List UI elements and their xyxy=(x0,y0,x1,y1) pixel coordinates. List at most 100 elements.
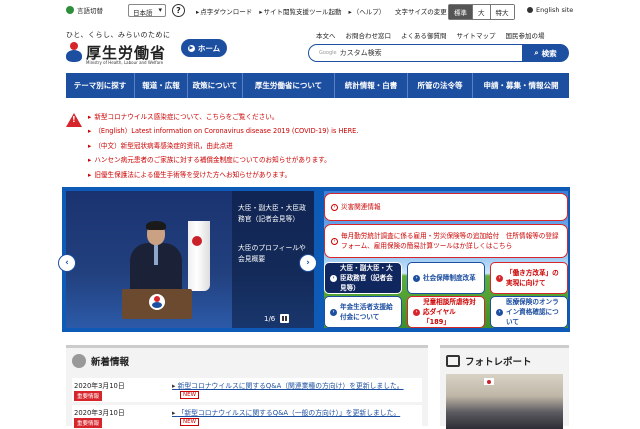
accessibility-tool-link[interactable]: サイト閲覧支援ツール起動 xyxy=(259,6,342,16)
news-title: 新着情報 xyxy=(91,357,130,368)
language-select[interactable]: 日本語 xyxy=(128,4,166,17)
news-date: 2020年3月10日 xyxy=(74,409,125,417)
news-heading: 新着情報 xyxy=(72,354,129,368)
slide-counter: 1/6 xyxy=(264,315,276,323)
notice-link[interactable]: 新型コロナウイルス感染症について、こちらをご覧ください。 xyxy=(88,110,358,124)
carousel-next-button[interactable]: › xyxy=(299,254,317,272)
tile-label: 「働き方改革」の実現に向けて xyxy=(506,269,559,287)
home-button-label: ホーム xyxy=(197,43,221,53)
tile-minister[interactable]: › 大臣・副大臣・大臣政務官（記者会見等） xyxy=(324,262,402,294)
tile-label: 年金生活者支援給付金について xyxy=(340,303,393,321)
chevron-right-icon: › xyxy=(496,274,503,282)
news-item: 2020年3月10日 重要情報 「新型コロナウイルスに関するQ&A（一般の方向け… xyxy=(72,405,422,429)
news-date: 2020年3月10日 xyxy=(74,382,125,390)
warning-icon xyxy=(66,113,82,127)
site-logo-subtitle: Ministry of Health, Labour and Welfare xyxy=(86,60,164,65)
nav-item-theme[interactable]: テーマ別に探す xyxy=(66,73,135,98)
search-placeholder: カスタム検索 xyxy=(339,49,382,57)
photo-report-image[interactable] xyxy=(446,374,563,429)
additional-payment-label: 毎月勤労統計調査に係る雇用・労災保険等の追加給付 住所情報等の登録フォーム、雇用… xyxy=(341,232,559,250)
nav-item-statistics[interactable]: 統計情報・白書 xyxy=(335,73,408,98)
news-link[interactable]: 「新型コロナウイルスに関するQ&A（一般の方向け）」を更新しました。 xyxy=(172,407,401,417)
font-size-label: 文字サイズの変更 xyxy=(395,8,447,16)
camera-icon xyxy=(446,355,460,367)
search-icon: ⌕ xyxy=(534,48,539,57)
font-size-buttons: 標準 大 特大 xyxy=(448,4,515,20)
tile-online-qualification[interactable]: › 医療保険のオンライン資格確認について xyxy=(490,296,568,328)
additional-payment-button[interactable]: › 毎月勤労統計調査に係る雇用・労災保険等の追加給付 住所情報等の登録フォーム、雇… xyxy=(324,224,568,258)
chevron-right-icon: › xyxy=(413,308,420,316)
notice-link[interactable]: ハンセン病元患者のご家族に対する補償金制度についてのお知らせがあります。 xyxy=(88,153,358,167)
site-header: ひと、くらし、みらいのために 厚生労働省 Ministry of Health,… xyxy=(0,22,640,70)
carousel-prev-button[interactable]: ‹ xyxy=(58,254,76,272)
search-input[interactable]: Google カスタム検索 xyxy=(308,44,526,62)
tile-label: 医療保険のオンライン資格確認について xyxy=(506,298,559,326)
photo-report-title: フォトレポート xyxy=(465,357,532,368)
disaster-info-label: 災害関連情報 xyxy=(341,203,381,211)
seal-icon xyxy=(149,294,165,310)
carousel-slide[interactable]: 大臣・副大臣・大臣政務官（記者会見等） 大臣のプロフィールや会見概要 1/6 xyxy=(66,191,314,328)
flag-sun-image xyxy=(192,236,202,246)
disaster-info-button[interactable]: › 災害関連情報 xyxy=(324,193,568,221)
new-badge: NEW xyxy=(180,391,200,399)
nav-item-laws[interactable]: 所管の法令等 xyxy=(408,73,473,98)
help-icon[interactable]: ? xyxy=(172,4,185,17)
tile-label: 社会保障制度改革 xyxy=(423,274,476,282)
header-link-sitemap[interactable]: サイトマップ xyxy=(457,30,496,40)
chevron-right-icon: › xyxy=(413,274,420,282)
arrow-right-icon: ▶ xyxy=(187,44,195,52)
news-icon xyxy=(72,354,86,368)
help-link[interactable]: （ヘルプ） xyxy=(349,6,386,16)
tagline: ひと、くらし、みらいのために xyxy=(66,31,171,39)
global-nav: テーマ別に探す 報道・広報 政策について 厚生労働省について 統計情報・白書 所… xyxy=(66,73,569,98)
notice-link[interactable]: 旧優生保護法による優生手術等を受けた方へお知らせがあります。 xyxy=(88,168,358,182)
chevron-right-icon: › xyxy=(331,237,338,245)
new-badge: NEW xyxy=(180,418,200,426)
tile-child-abuse-hotline[interactable]: › 児童相談所虐待対応ダイヤル「189」 xyxy=(407,296,485,328)
tile-pension-support[interactable]: › 年金生活者支援給付金について xyxy=(324,296,402,328)
braille-download-link[interactable]: 点字ダウンロード xyxy=(196,6,252,16)
utility-links: 点字ダウンロード サイト閲覧支援ツール起動 （ヘルプ） xyxy=(196,6,385,16)
header-link-contact[interactable]: お問合わせ窓口 xyxy=(346,30,392,40)
nav-item-about[interactable]: 厚生労働省について xyxy=(243,73,335,98)
photo-report-panel: フォトレポート xyxy=(440,345,569,429)
search-button[interactable]: ⌕ 検索 xyxy=(522,44,569,62)
notice-link[interactable]: （English）Latest information on Coronavir… xyxy=(88,124,358,138)
tile-social-security[interactable]: › 社会保障制度改革 xyxy=(407,262,485,294)
header-link-faq[interactable]: よくある御質問 xyxy=(401,30,447,40)
news-panel: 新着情報 2020年3月10日 重要情報 新型コロナウイルスに関するQ&A（関連… xyxy=(66,345,428,429)
font-size-large-button[interactable]: 大 xyxy=(472,5,490,19)
home-button[interactable]: ▶ ホーム xyxy=(181,39,227,57)
header-link-participation[interactable]: 国民参加の場 xyxy=(506,30,545,40)
photo-report-heading: フォトレポート xyxy=(446,354,532,368)
nav-item-policy[interactable]: 政策について xyxy=(188,73,243,98)
news-tag: 重要情報 xyxy=(74,418,103,428)
podium-image xyxy=(122,289,192,319)
chevron-right-icon: › xyxy=(330,274,337,282)
flag-image xyxy=(188,221,210,291)
chevron-right-icon: › xyxy=(496,308,503,316)
language-switch: 言語切替 xyxy=(66,5,103,15)
pause-icon[interactable] xyxy=(280,314,289,323)
language-switch-label: 言語切替 xyxy=(77,7,103,15)
news-item: 2020年3月10日 重要情報 新型コロナウイルスに関するQ&A（関連業種の方向… xyxy=(72,378,422,402)
utility-bar: 言語切替 日本語 ? 点字ダウンロード サイト閲覧支援ツール起動 （ヘルプ） 文… xyxy=(0,0,640,22)
chevron-right-icon: › xyxy=(330,308,337,316)
news-link[interactable]: 新型コロナウイルスに関するQ&A（関連業種の方向け）を更新しました。 xyxy=(172,380,404,390)
globe-icon xyxy=(66,6,74,14)
slide-caption[interactable]: 大臣・副大臣・大臣政務官（記者会見等） xyxy=(238,203,310,225)
important-notices: 新型コロナウイルス感染症について、こちらをご覧ください。 （English）La… xyxy=(66,108,569,184)
mhlw-logo-icon[interactable] xyxy=(66,42,82,62)
font-size-xlarge-button[interactable]: 特大 xyxy=(489,5,514,19)
chevron-right-icon: › xyxy=(331,203,338,211)
google-brand: Google xyxy=(319,50,337,56)
font-size-standard-button[interactable]: 標準 xyxy=(449,5,472,19)
news-tag: 重要情報 xyxy=(74,391,103,401)
english-site-link[interactable]: English site xyxy=(527,6,573,14)
nav-item-application[interactable]: 申請・募集・情報公開 xyxy=(473,73,569,98)
tile-label: 大臣・副大臣・大臣政務官（記者会見等） xyxy=(340,264,393,292)
notice-link[interactable]: （中文）新型冠状病毒感染症的资讯，由此点进 xyxy=(88,139,358,153)
tile-work-style-reform[interactable]: › 「働き方改革」の実現に向けて xyxy=(490,262,568,294)
header-link-main-content[interactable]: 本文へ xyxy=(316,30,336,40)
nav-item-press[interactable]: 報道・広報 xyxy=(135,73,188,98)
